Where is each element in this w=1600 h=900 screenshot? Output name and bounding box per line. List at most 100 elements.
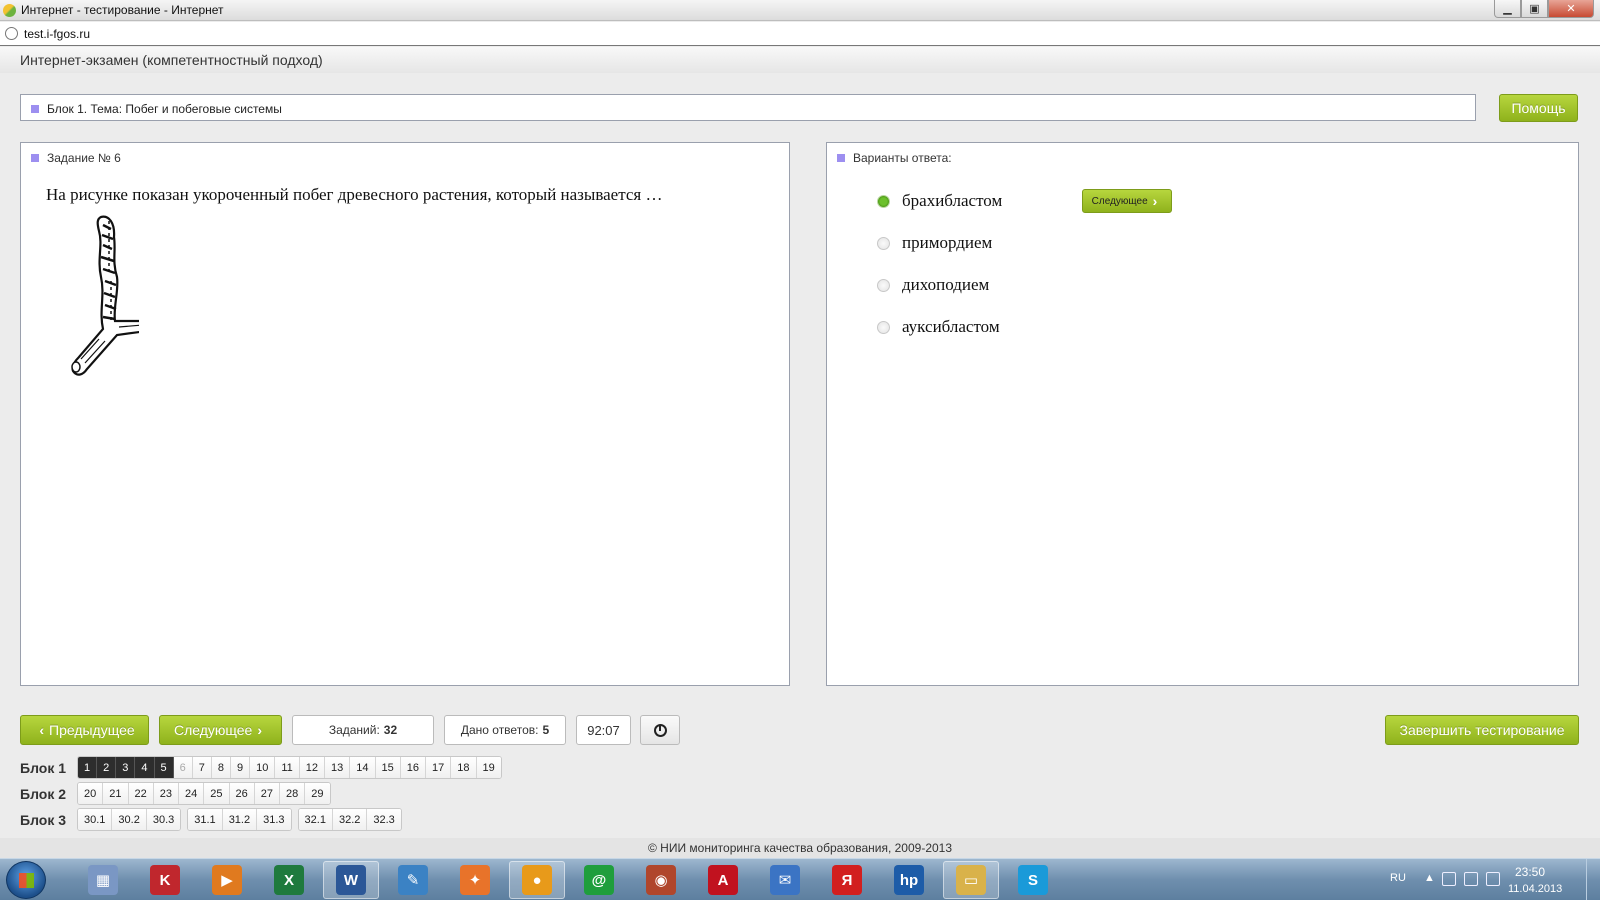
- taskbar-app-button[interactable]: S: [1005, 861, 1061, 899]
- answers-label-row: Варианты ответа:: [837, 151, 952, 165]
- task-number-button[interactable]: 18: [451, 757, 477, 778]
- task-number-button[interactable]: 3: [116, 757, 136, 778]
- volume-icon[interactable]: [1442, 872, 1456, 886]
- taskbar-app-button[interactable]: ✦: [447, 861, 503, 899]
- radio-icon[interactable]: [877, 320, 890, 334]
- task-number-button[interactable]: 11: [275, 757, 300, 778]
- task-number-group: 32.1 32.2 32.3: [297, 808, 402, 831]
- show-desktop-button[interactable]: [1586, 859, 1600, 900]
- task-number-button[interactable]: 1: [78, 757, 98, 778]
- task-number-button[interactable]: 22: [128, 783, 154, 804]
- tasks-count-box: Заданий: 32: [292, 715, 434, 745]
- taskbar-app-button[interactable]: Я: [819, 861, 875, 899]
- task-number-button[interactable]: 8: [211, 757, 231, 778]
- start-button[interactable]: [6, 861, 46, 899]
- task-number-button[interactable]: 9: [231, 757, 251, 778]
- square-bullet-icon: [837, 154, 845, 162]
- answer-option-3[interactable]: дихоподием: [877, 273, 989, 297]
- radio-selected-icon[interactable]: [877, 194, 890, 208]
- close-icon: ✕: [1566, 3, 1576, 15]
- task-number-group: 31.1 31.2 31.3: [187, 808, 292, 831]
- tray-expand-icon[interactable]: ▲: [1424, 872, 1435, 884]
- task-number-button[interactable]: 17: [426, 757, 452, 778]
- task-number-button[interactable]: 19: [476, 757, 501, 778]
- address-bar[interactable]: test.i-fgos.ru: [0, 22, 1600, 46]
- chevron-right-icon: ›: [257, 722, 263, 738]
- answer-option-2[interactable]: примордием: [877, 231, 992, 255]
- radio-icon[interactable]: [877, 236, 890, 250]
- taskbar-app-button[interactable]: ▦: [75, 861, 131, 899]
- task-number-button[interactable]: 27: [254, 783, 280, 804]
- answer-option-4[interactable]: ауксибластом: [877, 315, 1000, 339]
- skype-icon: S: [1018, 865, 1048, 895]
- explorer-folder-icon: ▭: [956, 865, 986, 895]
- task-number-button[interactable]: 31.3: [257, 809, 291, 830]
- task-number-button[interactable]: 24: [179, 783, 205, 804]
- task-number-button[interactable]: 13: [325, 757, 351, 778]
- task-number-button[interactable]: 5: [154, 757, 174, 778]
- task-number-button[interactable]: 30.2: [112, 809, 147, 830]
- task-number-button[interactable]: 31.2: [222, 809, 258, 830]
- taskbar-app-button[interactable]: ✎: [385, 861, 441, 899]
- task-number-group: 1 2 3 4 5 6 7 8 9 10 11 12 13 14 15 16 17 18 19: [77, 756, 502, 779]
- minimize-button[interactable]: ▁: [1494, 0, 1521, 18]
- task-number-button[interactable]: 16: [400, 757, 427, 778]
- task-number-button[interactable]: 10: [250, 757, 276, 778]
- clock-time[interactable]: 23:50: [1515, 865, 1545, 879]
- task-number-group: 20 21 22 23 24 25 26 27 28 29: [77, 782, 331, 805]
- block-label: Блок 1: [20, 759, 67, 776]
- task-number-button[interactable]: 32.2: [332, 809, 368, 830]
- taskbar-app-button[interactable]: K: [137, 861, 193, 899]
- close-button[interactable]: ✕: [1548, 0, 1594, 18]
- task-number-button[interactable]: 2: [97, 757, 117, 778]
- network-icon[interactable]: [1486, 872, 1500, 886]
- task-number-button[interactable]: 12: [299, 757, 326, 778]
- task-number-button[interactable]: 20: [78, 783, 104, 804]
- task-number-button[interactable]: 15: [375, 757, 401, 778]
- taskbar-app-button[interactable]: hp: [881, 861, 937, 899]
- language-indicator[interactable]: RU: [1390, 872, 1406, 884]
- task-number-button[interactable]: 4: [135, 757, 155, 778]
- taskbar-app-button[interactable]: W: [323, 861, 379, 899]
- task-number-button[interactable]: 32.3: [367, 809, 401, 830]
- url-text[interactable]: test.i-fgos.ru: [24, 27, 90, 41]
- minimize-icon: ▁: [1503, 3, 1512, 15]
- answer-option-1[interactable]: брахибластом Следующее ›: [877, 189, 1172, 213]
- task-number-button[interactable]: 28: [280, 783, 306, 804]
- task-number-button[interactable]: 14: [350, 757, 376, 778]
- taskbar-app-button[interactable]: A: [695, 861, 751, 899]
- task-number-button[interactable]: 31.1: [188, 809, 223, 830]
- next-button[interactable]: Следующее ›: [159, 715, 282, 745]
- task-number-button[interactable]: 7: [192, 757, 212, 778]
- calculator-icon: ▦: [88, 865, 118, 895]
- task-number-button[interactable]: 32.1: [298, 809, 333, 830]
- previous-button[interactable]: ‹ Предыдущее: [20, 715, 149, 745]
- maximize-button[interactable]: ▣: [1521, 0, 1548, 18]
- task-number-button[interactable]: 26: [229, 783, 255, 804]
- task-number-button[interactable]: 25: [204, 783, 230, 804]
- clock-date[interactable]: 11.04.2013: [1508, 883, 1562, 895]
- next-small-button[interactable]: Следующее ›: [1082, 189, 1172, 213]
- answer-option-text: ауксибластом: [902, 317, 1000, 336]
- task-number-button[interactable]: 30.3: [146, 809, 181, 830]
- taskbar-app-button[interactable]: ●: [509, 861, 565, 899]
- timer-toggle-button[interactable]: [640, 715, 680, 745]
- taskbar-app-button[interactable]: X: [261, 861, 317, 899]
- task-number-button[interactable]: 21: [103, 783, 129, 804]
- taskbar-app-button[interactable]: @: [571, 861, 627, 899]
- mail-agent-icon: @: [584, 865, 614, 895]
- topic-label: Блок 1. Тема: Побег и побеговые системы: [47, 102, 282, 116]
- taskbar-app-button[interactable]: ▭: [943, 861, 999, 899]
- task-number-button[interactable]: 6: [173, 757, 193, 778]
- taskbar-app-button[interactable]: ◉: [633, 861, 689, 899]
- task-number-button[interactable]: 29: [305, 783, 330, 804]
- taskbar-app-button[interactable]: ▶: [199, 861, 255, 899]
- tasks-count-label: Заданий:: [328, 723, 380, 737]
- taskbar-app-button[interactable]: ✉: [757, 861, 813, 899]
- radio-icon[interactable]: [877, 278, 890, 292]
- help-button[interactable]: Помощь: [1499, 94, 1578, 122]
- task-number-button[interactable]: 23: [153, 783, 179, 804]
- task-number-button[interactable]: 30.1: [78, 809, 113, 830]
- finish-test-button[interactable]: Завершить тестирование: [1385, 715, 1579, 745]
- device-icon[interactable]: [1464, 872, 1478, 886]
